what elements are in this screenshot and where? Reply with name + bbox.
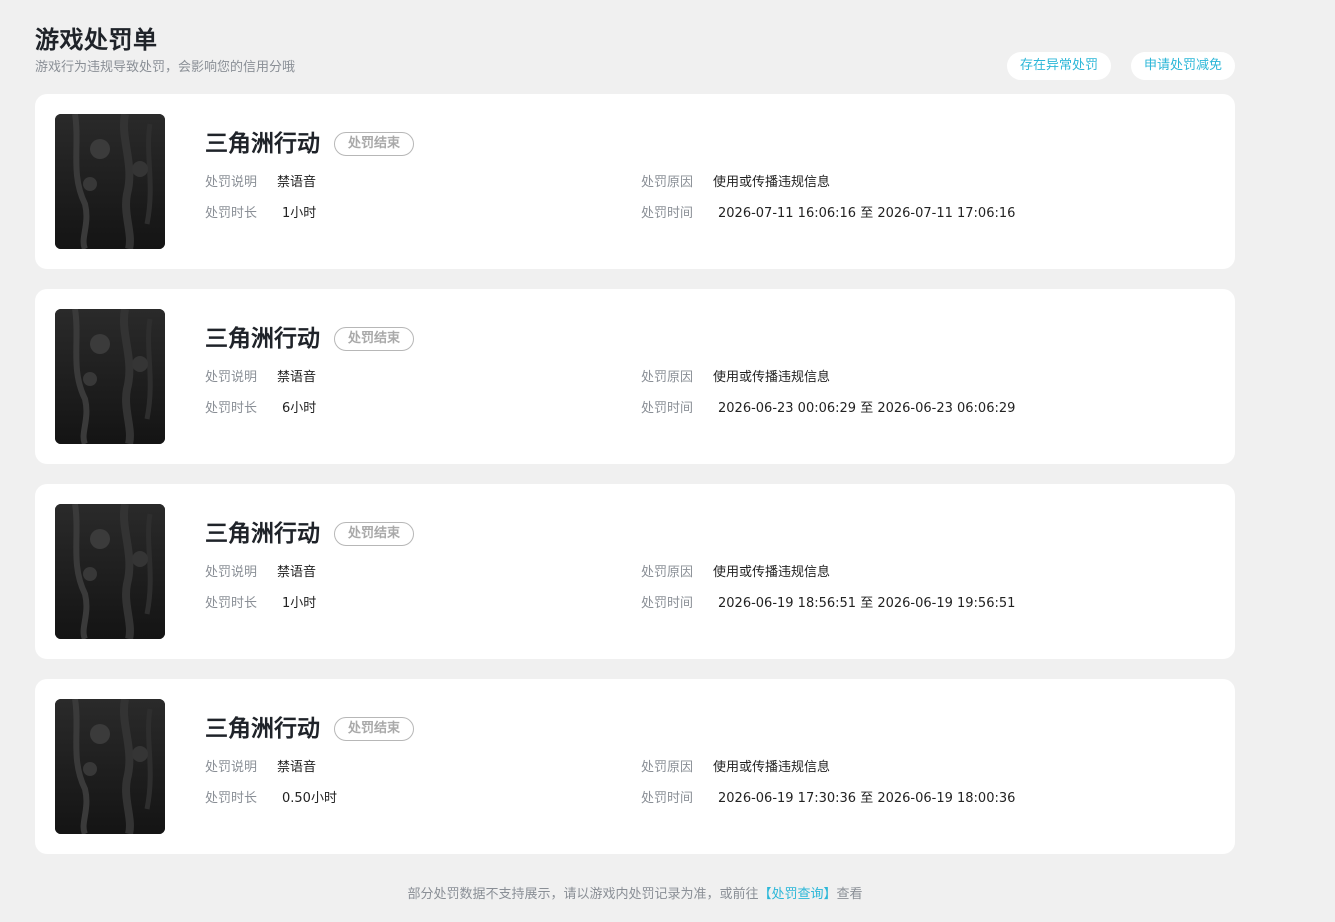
penalty-reason-label: 处罚原因 <box>641 175 694 190</box>
penalty-reason-label: 处罚原因 <box>641 760 694 775</box>
penalty-time-field: 处罚时间 2026-06-23 00:06:29 至 2026-06-23 06:… <box>641 400 1015 418</box>
penalty-time-label: 处罚时间 <box>641 401 694 416</box>
game-name: 三角洲行动 <box>205 326 320 352</box>
penalty-duration-label: 处罚时长 <box>205 791 258 806</box>
footer-text-before: 部分处罚数据不支持展示，请以游戏内处罚记录为准，或前往 <box>407 887 759 902</box>
abnormal-penalty-button[interactable]: 存在异常处罚 <box>1006 52 1111 80</box>
penalty-duration-label: 处罚时长 <box>205 596 258 611</box>
penalty-time-value: 2026-06-23 00:06:29 至 2026-06-23 06:06:2… <box>718 401 1016 416</box>
game-title-row: 三角洲行动 处罚结束 <box>205 323 415 355</box>
game-name: 三角洲行动 <box>205 716 320 742</box>
status-badge: 处罚结束 <box>334 522 415 546</box>
penalty-duration-field: 处罚时长 1小时 <box>205 205 316 223</box>
game-title-row: 三角洲行动 处罚结束 <box>205 713 415 745</box>
penalty-description-field: 处罚说明 禁语音 <box>205 369 316 387</box>
penalty-duration-value: 6小时 <box>282 401 317 416</box>
status-badge: 处罚结束 <box>334 327 415 351</box>
penalty-time-value: 2026-07-11 16:06:16 至 2026-07-11 17:06:1… <box>718 206 1016 221</box>
penalty-duration-label: 处罚时长 <box>205 401 258 416</box>
penalty-reason-field: 处罚原因 使用或传播违规信息 <box>641 174 830 192</box>
penalty-description-field: 处罚说明 禁语音 <box>205 759 316 777</box>
penalty-time-label: 处罚时间 <box>641 206 694 221</box>
penalty-description-field: 处罚说明 禁语音 <box>205 174 316 192</box>
penalty-description-value: 禁语音 <box>277 370 317 385</box>
apply-reduction-button[interactable]: 申请处罚减免 <box>1130 52 1235 80</box>
penalty-card: 三角洲行动 处罚结束 处罚说明 禁语音 处罚时长 0.50小时 处罚原因 使用或传播违… <box>35 679 1235 854</box>
footer-text-after: 查看 <box>836 887 863 902</box>
penalty-description-label: 处罚说明 <box>205 565 258 580</box>
penalty-duration-field: 处罚时长 0.50小时 <box>205 790 337 808</box>
game-cover-image <box>55 504 165 639</box>
penalty-description-value: 禁语音 <box>277 175 317 190</box>
game-name: 三角洲行动 <box>205 521 320 547</box>
page-subtitle: 游戏行为违规导致处罚，会影响您的信用分哦 <box>35 60 296 75</box>
penalty-description-label: 处罚说明 <box>205 760 258 775</box>
game-cover-image <box>55 309 165 444</box>
penalty-description-label: 处罚说明 <box>205 175 258 190</box>
penalty-reason-value: 使用或传播违规信息 <box>713 760 831 775</box>
penalty-description-field: 处罚说明 禁语音 <box>205 564 316 582</box>
penalty-time-label: 处罚时间 <box>641 791 694 806</box>
game-cover-image <box>55 699 165 834</box>
penalty-duration-value: 1小时 <box>282 596 317 611</box>
penalty-query-link[interactable]: 【处罚查询】 <box>758 887 836 902</box>
penalty-description-value: 禁语音 <box>277 760 317 775</box>
penalty-reason-value: 使用或传播违规信息 <box>713 175 831 190</box>
penalty-reason-field: 处罚原因 使用或传播违规信息 <box>641 564 830 582</box>
penalty-description-value: 禁语音 <box>277 565 317 580</box>
penalty-duration-value: 0.50小时 <box>282 791 337 806</box>
game-title-row: 三角洲行动 处罚结束 <box>205 128 415 160</box>
penalty-card: 三角洲行动 处罚结束 处罚说明 禁语音 处罚时长 1小时 处罚原因 使用或传播违规信息… <box>35 94 1235 269</box>
penalty-duration-field: 处罚时长 6小时 <box>205 400 316 418</box>
penalty-reason-value: 使用或传播违规信息 <box>713 370 831 385</box>
penalty-reason-field: 处罚原因 使用或传播违规信息 <box>641 759 830 777</box>
penalty-reason-field: 处罚原因 使用或传播违规信息 <box>641 369 830 387</box>
penalty-reason-value: 使用或传播违规信息 <box>713 565 831 580</box>
game-name: 三角洲行动 <box>205 131 320 157</box>
penalty-time-field: 处罚时间 2026-06-19 18:56:51 至 2026-06-19 19:… <box>641 595 1015 613</box>
penalty-duration-field: 处罚时长 1小时 <box>205 595 316 613</box>
penalty-duration-value: 1小时 <box>282 206 317 221</box>
penalty-time-value: 2026-06-19 18:56:51 至 2026-06-19 19:56:5… <box>718 596 1016 611</box>
penalty-time-field: 处罚时间 2026-06-19 17:30:36 至 2026-06-19 18:… <box>641 790 1015 808</box>
penalty-time-label: 处罚时间 <box>641 596 694 611</box>
header-actions: 存在异常处罚 申请处罚减免 <box>1006 52 1235 80</box>
footer-note: 部分处罚数据不支持展示，请以游戏内处罚记录为准，或前往【处罚查询】查看 <box>0 885 1270 905</box>
penalty-list: 三角洲行动 处罚结束 处罚说明 禁语音 处罚时长 1小时 处罚原因 使用或传播违规信息… <box>35 94 1235 874</box>
status-badge: 处罚结束 <box>334 132 415 156</box>
penalty-card: 三角洲行动 处罚结束 处罚说明 禁语音 处罚时长 1小时 处罚原因 使用或传播违规信息… <box>35 484 1235 659</box>
penalty-description-label: 处罚说明 <box>205 370 258 385</box>
penalty-reason-label: 处罚原因 <box>641 565 694 580</box>
page-title: 游戏处罚单 <box>35 26 158 54</box>
game-title-row: 三角洲行动 处罚结束 <box>205 518 415 550</box>
penalty-card: 三角洲行动 处罚结束 处罚说明 禁语音 处罚时长 6小时 处罚原因 使用或传播违规信息… <box>35 289 1235 464</box>
penalty-reason-label: 处罚原因 <box>641 370 694 385</box>
penalty-duration-label: 处罚时长 <box>205 206 258 221</box>
penalty-time-field: 处罚时间 2026-07-11 16:06:16 至 2026-07-11 17:… <box>641 205 1015 223</box>
status-badge: 处罚结束 <box>334 717 415 741</box>
page-header: 游戏处罚单 游戏行为违规导致处罚，会影响您的信用分哦 <box>35 22 295 78</box>
game-cover-image <box>55 114 165 249</box>
penalty-time-value: 2026-06-19 17:30:36 至 2026-06-19 18:00:3… <box>718 791 1016 806</box>
